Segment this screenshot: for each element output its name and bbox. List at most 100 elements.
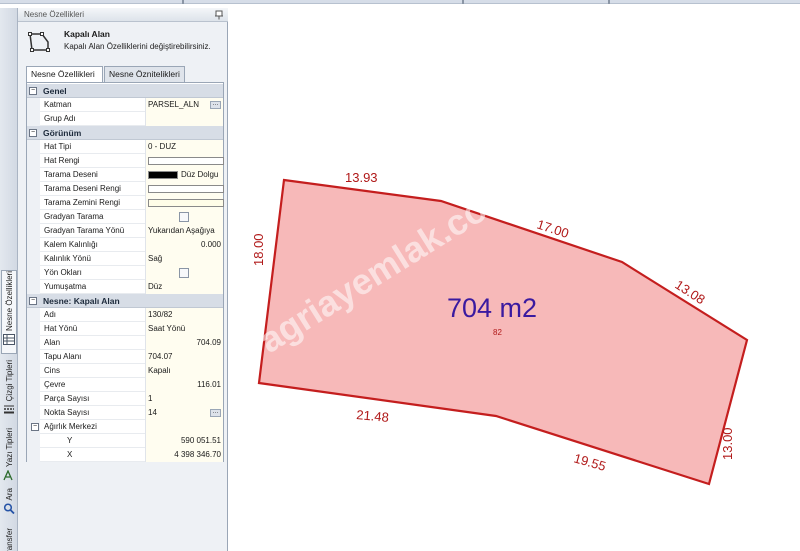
value-text: 0.000 [200, 240, 221, 249]
property-value[interactable]: Düz [145, 280, 223, 294]
property-value[interactable]: 704.07 [145, 350, 223, 364]
property-value[interactable] [145, 112, 223, 126]
property-row-x[interactable]: X 4 398 346.70 [27, 448, 223, 462]
property-value[interactable] [145, 182, 224, 196]
property-value[interactable]: Saat Yönü [145, 322, 223, 336]
vtab-ara[interactable]: Ara [1, 488, 17, 526]
row-gutter [27, 98, 40, 112]
property-value[interactable]: 704.09 [145, 336, 223, 350]
line-types-icon [4, 405, 14, 414]
gradyan-checkbox[interactable] [179, 212, 189, 222]
value-text: 1 [148, 394, 153, 403]
property-row-kalinlik-yonu[interactable]: Kalınlık Yönü Sağ [27, 252, 223, 266]
value-text: 590 051.51 [180, 436, 221, 445]
property-value[interactable]: 0 - DUZ [145, 140, 223, 154]
property-value[interactable] [145, 196, 224, 210]
tab-nesne-ozellikleri[interactable]: Nesne Özellikleri [26, 66, 103, 83]
property-row-hat-rengi[interactable]: Hat Rengi [27, 154, 224, 168]
row-gutter [27, 210, 40, 224]
ellipsis-button[interactable]: … [210, 409, 221, 417]
property-value[interactable] [145, 154, 224, 168]
collapse-icon[interactable]: − [29, 129, 37, 137]
property-name: Yön Okları [44, 268, 82, 277]
property-value[interactable]: Kapalı [145, 364, 223, 378]
property-value[interactable]: 116.01 [145, 378, 223, 392]
category-gorunum[interactable]: − Görünüm [27, 126, 223, 140]
property-name: Gradyan Tarama Yönü [44, 226, 125, 235]
property-value[interactable]: 590 051.51 [145, 434, 223, 448]
category-nesne-kapali-alan[interactable]: − Nesne: Kapalı Alan [27, 294, 223, 308]
property-value[interactable]: Yukarıdan Aşağıya [145, 224, 223, 238]
property-row-gradyan-tarama[interactable]: Gradyan Tarama [27, 210, 223, 224]
property-row-yon-oklari[interactable]: Yön Okları [27, 266, 223, 280]
property-row-tapu-alani[interactable]: Tapu Alanı 704.07 [27, 350, 223, 364]
object-title: Kapalı Alan [64, 29, 110, 39]
property-name: Ağırlık Merkezi [44, 422, 97, 431]
row-gutter [27, 448, 40, 462]
row-gutter [27, 280, 40, 294]
property-row-parca-sayisi[interactable]: Parça Sayısı 1 [27, 392, 223, 406]
collapse-icon[interactable]: − [29, 87, 37, 95]
vtab-label: Ara [4, 488, 14, 501]
property-row-tarama-deseni-rengi[interactable]: Tarama Deseni Rengi [27, 182, 224, 196]
ellipsis-button[interactable]: … [210, 101, 221, 109]
row-gutter [27, 406, 40, 420]
row-gutter [27, 252, 40, 266]
tab-nesne-oznitelikleri[interactable]: Nesne Öznitelikleri [104, 66, 185, 82]
property-row-gradyan-tarama-yonu[interactable]: Gradyan Tarama Yönü Yukarıdan Aşağıya [27, 224, 223, 238]
row-gutter [27, 112, 40, 126]
yon-oklari-checkbox[interactable] [179, 268, 189, 278]
property-row-cevre[interactable]: Çevre 116.01 [27, 378, 223, 392]
property-name: Çevre [44, 380, 66, 389]
drawing-canvas[interactable]: agriayemlak.com 704 m2 82 13.93 17.00 13… [229, 4, 800, 551]
vtab-yazi-tipleri[interactable]: Yazı Tipleri [1, 428, 17, 486]
category-genel[interactable]: − Genel [27, 84, 223, 98]
area-label: 704 m2 [447, 293, 537, 323]
property-value[interactable] [145, 266, 223, 280]
category-label: Genel [43, 86, 67, 96]
property-row-tarama-deseni[interactable]: Tarama Deseni Düz Dolgu [27, 168, 223, 182]
property-value[interactable]: 0.000 [145, 238, 223, 252]
property-row-cins[interactable]: Cins Kapalı [27, 364, 223, 378]
vtab-cizgi-tipleri[interactable]: Çizgi Tipleri [1, 360, 17, 426]
row-gutter [27, 392, 40, 406]
vtab-transfer[interactable]: ransfer [1, 528, 17, 551]
property-value[interactable] [145, 210, 223, 224]
property-row-adi[interactable]: Adı 130/82 [27, 308, 223, 322]
collapse-icon[interactable]: − [31, 423, 39, 431]
property-row-yumusatma[interactable]: Yumuşatma Düz [27, 280, 223, 294]
edge-length-label: 18.00 [251, 233, 266, 266]
collapse-icon[interactable]: − [29, 297, 37, 305]
color-swatch [148, 157, 224, 165]
property-name: Yumuşatma [44, 282, 87, 291]
property-value[interactable]: 14 … [145, 406, 223, 420]
property-value[interactable]: Düz Dolgu [145, 168, 223, 182]
property-row-y[interactable]: Y 590 051.51 [27, 434, 223, 448]
property-row-hat-yonu[interactable]: Hat Yönü Saat Yönü [27, 322, 223, 336]
property-value[interactable]: Sağ [145, 252, 223, 266]
property-row-agirlik-merkezi[interactable]: − Ağırlık Merkezi [27, 420, 223, 434]
property-value[interactable]: 130/82 [145, 308, 223, 322]
property-row-hat-tipi[interactable]: Hat Tipi 0 - DUZ [27, 140, 223, 154]
property-name: Katman [44, 100, 72, 109]
category-label: Görünüm [43, 128, 82, 138]
property-row-katman[interactable]: Katman PARSEL_ALN … [27, 98, 223, 112]
property-row-kalem-kalinligi[interactable]: Kalem Kalınlığı 0.000 [27, 238, 223, 252]
pin-icon[interactable] [214, 10, 224, 20]
property-value[interactable]: 1 [145, 392, 223, 406]
color-swatch [148, 185, 224, 193]
row-gutter [27, 154, 40, 168]
row-gutter [27, 378, 40, 392]
property-value[interactable]: PARSEL_ALN … [145, 98, 223, 112]
object-header: Kapalı Alan Kapalı Alan Özelliklerini de… [24, 26, 224, 66]
property-row-alan[interactable]: Alan 704.09 [27, 336, 223, 350]
property-value[interactable] [145, 420, 223, 434]
property-name: Hat Tipi [44, 142, 72, 151]
property-row-tarama-zemini-rengi[interactable]: Tarama Zemini Rengi [27, 196, 224, 210]
vtab-nesne-ozellikleri[interactable]: Nesne Özellikleri [1, 270, 17, 354]
parcel-polygon[interactable] [257, 178, 749, 486]
property-row-grup-adi[interactable]: Grup Adı [27, 112, 223, 126]
value-text: 704.07 [148, 352, 173, 361]
property-row-nokta-sayisi[interactable]: Nokta Sayısı 14 … [27, 406, 223, 420]
property-value[interactable]: 4 398 346.70 [145, 448, 223, 462]
